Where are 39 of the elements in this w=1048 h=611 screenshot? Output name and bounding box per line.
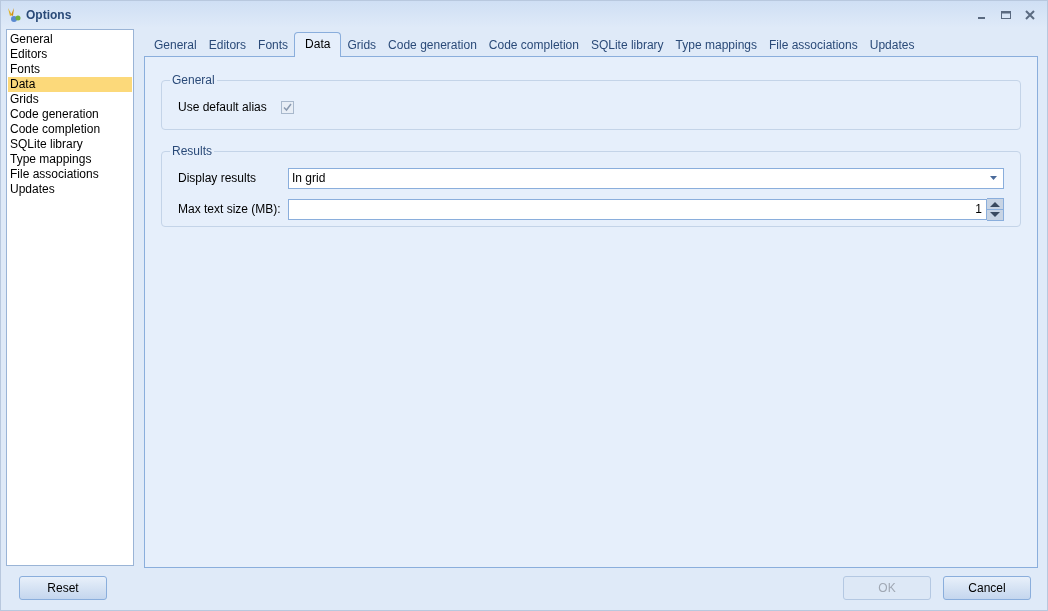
tab[interactable]: SQLite library [584,34,670,56]
tab[interactable]: Editors [202,34,253,56]
category-item[interactable]: Fonts [8,62,132,77]
max-text-size-spinner[interactable]: 1 [288,198,987,220]
display-results-label: Display results [178,171,258,185]
tab[interactable]: Data [294,32,342,57]
spin-up-icon[interactable] [987,198,1003,209]
display-results-dropdown[interactable]: In grid [288,167,1004,189]
category-item[interactable]: Editors [8,47,132,62]
group-title: General [171,73,216,87]
tab[interactable]: Fonts [252,34,295,56]
use-default-alias-label: Use default alias [178,100,267,114]
close-icon[interactable] [1025,9,1035,20]
category-item[interactable]: General [8,32,132,47]
app-icon [6,6,22,23]
group-title: Results [171,144,213,158]
category-item[interactable]: Data [8,77,132,92]
tab[interactable]: Code generation [382,34,483,56]
category-item[interactable]: SQLite library [8,137,132,152]
category-item[interactable]: Code completion [8,122,132,137]
dropdown-caret-icon [990,176,997,180]
tab[interactable]: Updates [863,34,921,56]
maximize-icon[interactable] [1001,9,1011,20]
tab[interactable]: Grids [341,34,383,56]
tab[interactable]: File associations [763,34,864,56]
category-item[interactable]: Code generation [8,107,132,122]
max-text-size-label: Max text size (MB): [178,202,282,216]
category-item[interactable]: Type mappings [8,152,132,167]
tab[interactable]: General [148,34,203,56]
window-title: Options [26,7,72,22]
category-item[interactable]: Grids [8,92,132,107]
tab[interactable]: Type mappings [669,34,763,56]
dialog-button[interactable]: Cancel [943,576,1031,600]
spin-down-icon[interactable] [987,209,1003,220]
dialog-button[interactable]: Reset [19,576,107,600]
category-item[interactable]: File associations [8,167,132,182]
category-item[interactable]: Updates [8,182,132,197]
use-default-alias-checkbox[interactable] [280,100,294,114]
tab[interactable]: Code completion [482,34,585,56]
